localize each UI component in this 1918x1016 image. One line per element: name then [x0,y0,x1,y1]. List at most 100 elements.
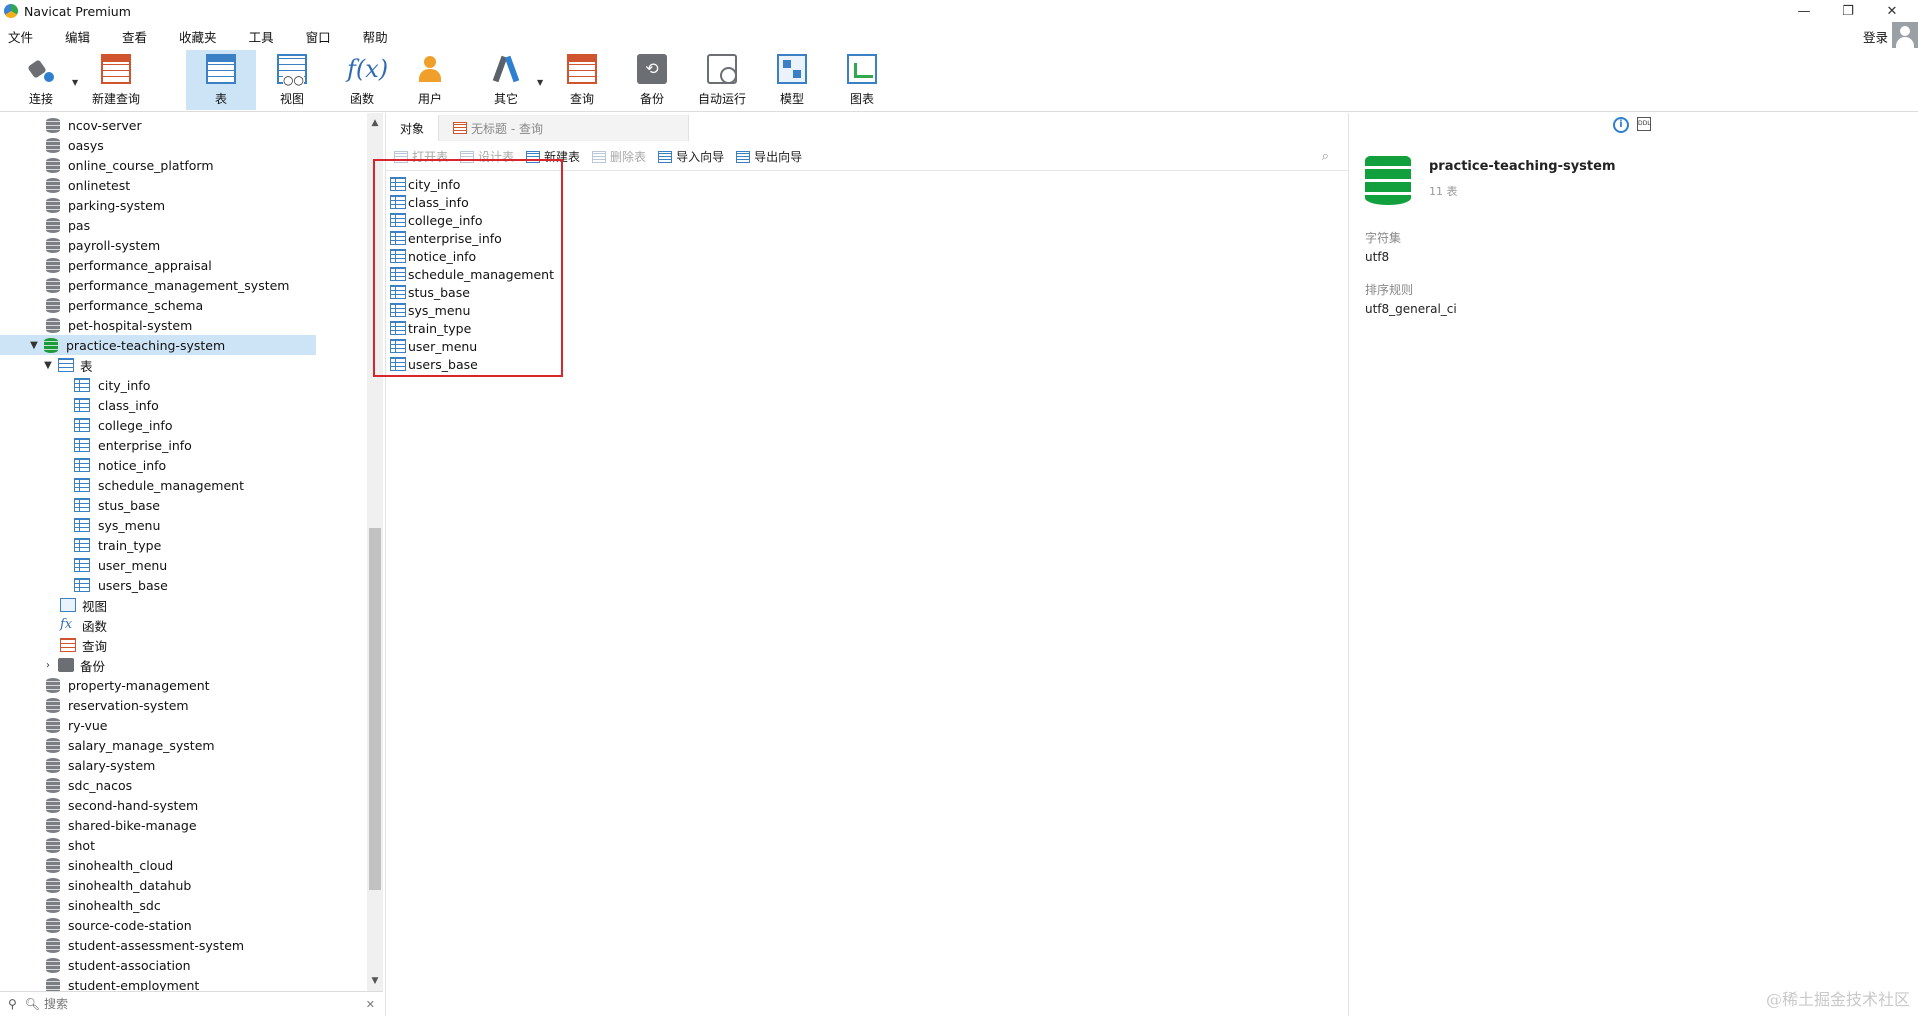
db-item[interactable]: salary-system [46,755,155,775]
tab-untitled-query[interactable]: 无标题 - 查询 [439,115,690,141]
navigation-tree[interactable]: ncov-server oasys online_course_platform… [0,113,316,991]
table-button[interactable]: 表 [186,50,256,110]
close-button[interactable]: ✕ [1870,0,1914,22]
functions-folder[interactable]: fx 函数 [60,615,107,635]
table-item[interactable]: notice_info [74,455,166,475]
object-item[interactable]: enterprise_info [388,229,1338,247]
view-button[interactable]: 视图 [270,50,314,110]
db-item[interactable]: sinohealth_sdc [46,895,161,915]
other-button[interactable]: 其它 [484,50,528,110]
connect-dropdown-arrow-icon[interactable]: ▼ [72,78,78,87]
new-query-button[interactable]: 新建查询 [88,50,144,110]
filter-icon[interactable]: ⚲ [8,997,17,1011]
chevron-down-icon[interactable]: ▼ [28,340,40,351]
object-item[interactable]: sys_menu [388,301,1338,319]
db-item[interactable]: shot [46,835,95,855]
db-item[interactable]: student-assessment-system [46,935,244,955]
table-item[interactable]: schedule_management [74,475,244,495]
views-folder[interactable]: 视图 [60,595,107,615]
object-item[interactable]: user_menu [388,337,1338,355]
table-item[interactable]: enterprise_info [74,435,192,455]
menu-favorites[interactable]: 收藏夹 [171,27,225,46]
open-table-button[interactable]: 打开表 [394,148,448,165]
tables-folder[interactable]: ▼ 表 [42,355,93,375]
login-link[interactable]: 登录 [1863,27,1888,46]
db-item[interactable]: pet-hospital-system [46,315,192,335]
db-item[interactable]: property-management [46,675,210,695]
backup-button[interactable]: ⟲ 备份 [630,50,674,110]
minimize-button[interactable]: — [1782,0,1826,22]
nav-search-input[interactable] [44,997,345,1011]
clear-icon[interactable]: ✕ [366,998,375,1011]
menu-edit[interactable]: 编辑 [57,27,98,46]
table-item[interactable]: users_base [74,575,168,595]
scroll-down-icon[interactable]: ▼ [367,973,383,989]
db-item[interactable]: reservation-system [46,695,189,715]
scroll-up-icon[interactable]: ▲ [367,115,383,131]
table-item[interactable]: stus_base [74,495,160,515]
queries-folder[interactable]: 查询 [60,635,107,655]
db-item[interactable]: student-employment [46,975,199,991]
object-search-icon[interactable]: ⌕ [1322,149,1329,164]
tab-objects[interactable]: 对象 [386,115,440,141]
db-item[interactable]: shared-bike-manage [46,815,197,835]
table-item[interactable]: college_info [74,415,172,435]
object-item[interactable]: notice_info [388,247,1338,265]
delete-table-button[interactable]: 删除表 [592,148,646,165]
design-table-button[interactable]: 设计表 [460,148,514,165]
import-wizard-button[interactable]: 导入向导 [658,148,724,165]
db-item[interactable]: oasys [46,135,104,155]
object-item[interactable]: city_info [388,175,1338,193]
db-item[interactable]: performance_management_system [46,275,289,295]
scroll-thumb[interactable] [369,528,381,890]
db-item[interactable]: ncov-server [46,115,142,135]
db-item[interactable]: student-association [46,955,191,975]
db-item[interactable]: sinohealth_datahub [46,875,191,895]
db-item[interactable]: online_course_platform [46,155,214,175]
export-wizard-button[interactable]: 导出向导 [736,148,802,165]
db-item[interactable]: payroll-system [46,235,160,255]
object-item[interactable]: stus_base [388,283,1338,301]
table-item[interactable]: train_type [74,535,161,555]
table-item[interactable]: user_menu [74,555,167,575]
menu-view[interactable]: 查看 [114,27,155,46]
new-table-button[interactable]: 新建表 [526,148,580,165]
menu-help[interactable]: 帮助 [355,27,396,46]
db-item[interactable]: source-code-station [46,915,192,935]
restore-button[interactable]: ❐ [1826,0,1870,22]
other-dropdown-arrow-icon[interactable]: ▼ [537,78,543,87]
avatar[interactable] [1892,22,1918,48]
function-button[interactable]: f(x) 函数 [340,50,388,110]
menu-window[interactable]: 窗口 [298,27,339,46]
db-item[interactable]: performance_appraisal [46,255,212,275]
auto-run-button[interactable]: 自动运行 [694,50,750,110]
db-item[interactable]: performance_schema [46,295,203,315]
object-item[interactable]: class_info [388,193,1338,211]
db-item[interactable]: ry-vue [46,715,108,735]
user-button[interactable]: 用户 [408,50,452,110]
ddl-icon[interactable]: DDL [1637,117,1651,131]
object-item[interactable]: train_type [388,319,1338,337]
db-item-selected[interactable]: ▼ practice-teaching-system [0,335,316,355]
db-item[interactable]: parking-system [46,195,165,215]
object-item[interactable]: users_base [388,355,1338,373]
menu-tools[interactable]: 工具 [241,27,282,46]
info-icon[interactable]: i [1613,117,1629,133]
db-item[interactable]: second-hand-system [46,795,198,815]
table-item[interactable]: class_info [74,395,159,415]
db-item[interactable]: pas [46,215,90,235]
table-item[interactable]: city_info [74,375,150,395]
model-button[interactable]: 模型 [770,50,814,110]
chart-button[interactable]: 图表 [840,50,884,110]
db-item[interactable]: sinohealth_cloud [46,855,173,875]
chevron-down-icon[interactable]: ▼ [42,360,54,371]
connect-button[interactable]: 连接 [18,50,64,110]
query-button[interactable]: 查询 [560,50,604,110]
db-item[interactable]: onlinetest [46,175,130,195]
object-item[interactable]: schedule_management [388,265,1338,283]
menu-file[interactable]: 文件 [0,27,41,46]
db-item[interactable]: sdc_nacos [46,775,132,795]
chevron-right-icon[interactable]: › [42,660,54,671]
db-item[interactable]: salary_manage_system [46,735,215,755]
nav-scrollbar[interactable]: ▲ ▼ [367,113,383,991]
